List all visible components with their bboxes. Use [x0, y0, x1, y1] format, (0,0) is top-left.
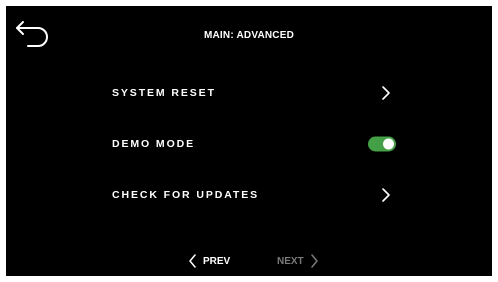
settings-screen: MAIN: ADVANCED SYSTEM RESET DEMO MODE CH…: [6, 6, 492, 276]
toggle-knob: [383, 138, 394, 150]
menu-item-system-reset[interactable]: SYSTEM RESET: [106, 78, 396, 108]
chevron-right-icon: [380, 187, 392, 203]
chevron-left-icon: [189, 254, 196, 268]
next-label: NEXT: [277, 255, 304, 267]
page-title: MAIN: ADVANCED: [203, 30, 295, 41]
prev-button[interactable]: PREV: [188, 252, 230, 270]
menu-item-label: SYSTEM RESET: [112, 87, 216, 99]
menu-item-check-for-updates[interactable]: CHECK FOR UPDATES: [106, 180, 396, 210]
menu-item-label: CHECK FOR UPDATES: [112, 189, 260, 201]
menu-item-label: DEMO MODE: [112, 138, 196, 150]
chevron-right-icon: [380, 85, 392, 101]
demo-mode-toggle[interactable]: [368, 136, 396, 152]
menu-item-demo-mode: DEMO MODE: [106, 129, 396, 159]
chevron-right-icon: [310, 254, 318, 268]
prev-label: PREV: [203, 255, 231, 267]
next-button[interactable]: NEXT: [277, 252, 319, 270]
